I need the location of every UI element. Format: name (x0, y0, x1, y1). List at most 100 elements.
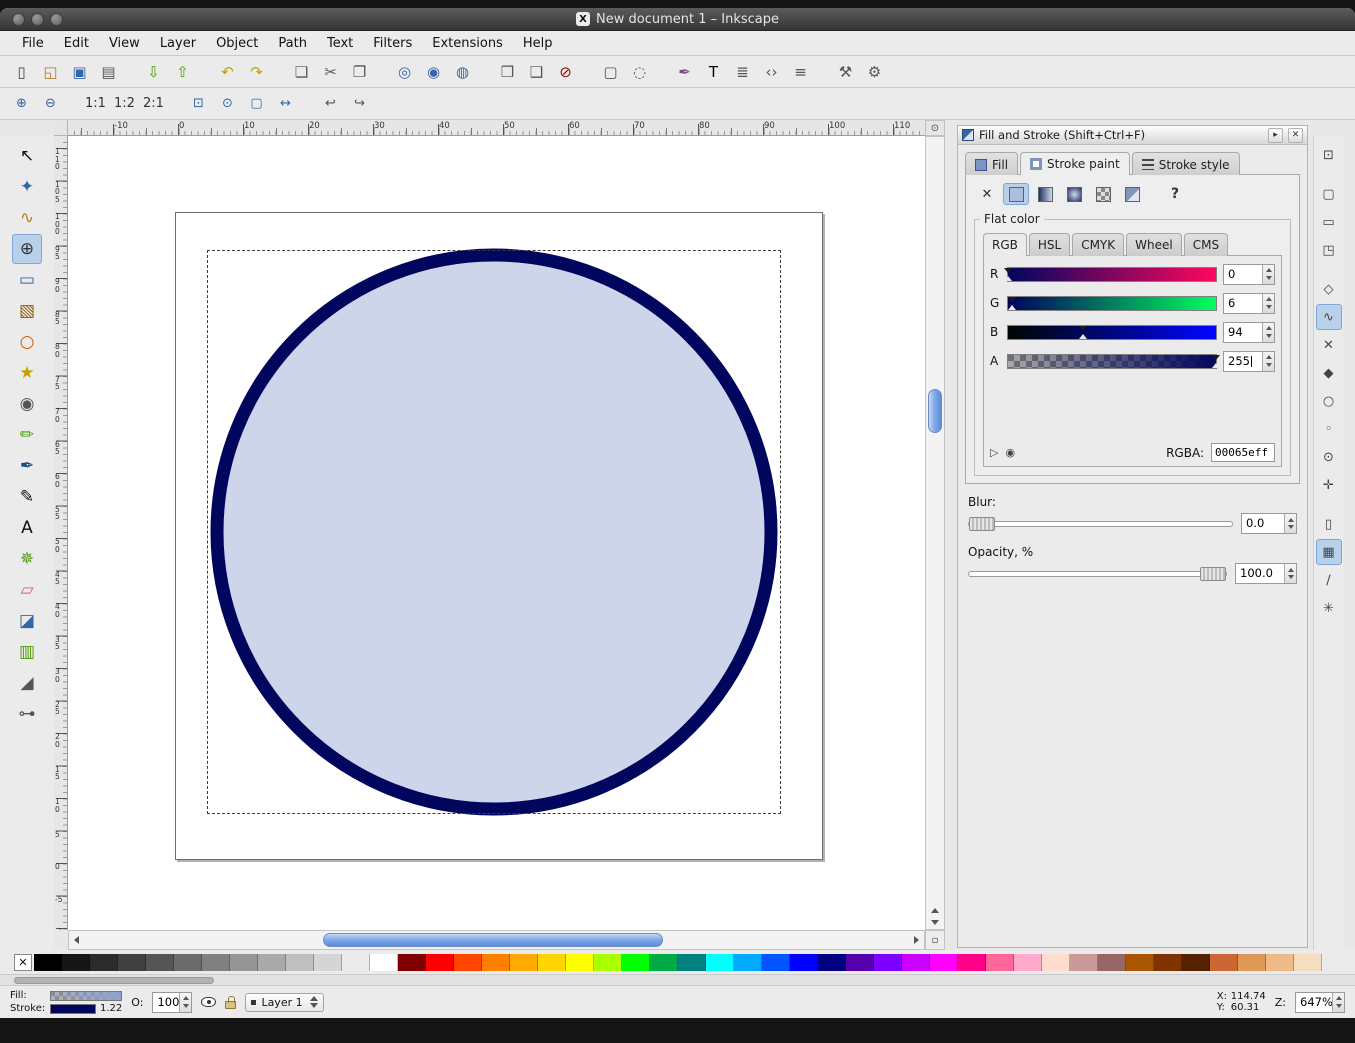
tab-cms[interactable]: CMS (1184, 233, 1228, 256)
snap-smooth-nodes-toggle[interactable]: ○ (1316, 388, 1342, 414)
palette-swatch[interactable] (790, 954, 818, 971)
expander-icon[interactable]: ▷ (990, 446, 998, 459)
pencil-tool[interactable]: ✏ (12, 420, 42, 450)
horizontal-scrollbar-thumb[interactable] (323, 933, 663, 947)
spin-up-icon[interactable] (183, 996, 189, 1000)
spin-down-icon[interactable] (1288, 575, 1294, 579)
export-button[interactable]: ⇧ (169, 58, 196, 85)
snap-grid-toggle[interactable]: ▦ (1316, 539, 1342, 565)
paint-unknown-button[interactable]: ? (1162, 183, 1188, 205)
tab-rgb[interactable]: RGB (983, 233, 1027, 256)
opacity-spinbox[interactable]: 100.0 (1235, 563, 1297, 584)
snap-nodes-toggle[interactable]: ◇ (1316, 276, 1342, 302)
blue-channel-spinbox[interactable]: 94 (1223, 322, 1275, 343)
red-channel-slider[interactable] (1007, 267, 1217, 282)
snap-enable-toggle[interactable]: ⊡ (1316, 142, 1342, 168)
spin-up-icon[interactable] (1266, 326, 1272, 330)
menu-help[interactable]: Help (513, 31, 563, 56)
palette-swatch[interactable] (118, 954, 146, 971)
palette-swatch[interactable] (678, 954, 706, 971)
spin-up-icon[interactable] (1336, 996, 1342, 1000)
paste-button[interactable]: ❐ (346, 58, 373, 85)
snap-cusp-nodes-toggle[interactable]: ◆ (1316, 360, 1342, 386)
snap-paths-toggle[interactable]: ∿ (1316, 304, 1342, 330)
zoom-1-2-button[interactable]: 1:2 (111, 90, 138, 117)
spin-down-icon[interactable] (1266, 276, 1272, 280)
align-distribute-button[interactable]: ≡ (787, 58, 814, 85)
menu-view[interactable]: View (99, 31, 150, 56)
palette-swatch[interactable] (762, 954, 790, 971)
palette-swatch[interactable] (286, 954, 314, 971)
palette-scrollbar-thumb[interactable] (14, 977, 214, 984)
save-document-button[interactable]: ▣ (66, 58, 93, 85)
dialog-titlebar[interactable]: Fill and Stroke (Shift+Ctrl+F) ▸ ✕ (958, 126, 1307, 145)
text-dialog-button[interactable]: T (700, 58, 727, 85)
xml-editor-button[interactable]: ‹› (758, 58, 785, 85)
spin-down-icon[interactable] (183, 1004, 189, 1008)
spinner-arrows[interactable] (1332, 993, 1344, 1012)
palette-swatch[interactable] (538, 954, 566, 971)
palette-swatch[interactable] (1294, 954, 1322, 971)
palette-swatch[interactable] (342, 954, 370, 971)
tab-hsl[interactable]: HSL (1029, 233, 1070, 256)
palette-swatch[interactable] (1098, 954, 1126, 971)
palette-swatch[interactable] (1070, 954, 1098, 971)
zoom-next-button[interactable]: ↪ (346, 90, 373, 117)
zoom-previous-button[interactable]: ↩ (317, 90, 344, 117)
redo-button[interactable]: ↷ (243, 58, 270, 85)
menu-file[interactable]: File (12, 31, 54, 56)
palette-swatch[interactable] (1266, 954, 1294, 971)
palette-swatch[interactable] (510, 954, 538, 971)
menu-extensions[interactable]: Extensions (422, 31, 513, 56)
spin-down-icon[interactable] (1266, 334, 1272, 338)
window-zoom-button[interactable] (50, 13, 63, 26)
paint-none-button[interactable]: ✕ (974, 183, 1000, 205)
scrollbar-corner-button[interactable]: ▫ (925, 930, 945, 950)
tab-wheel[interactable]: Wheel (1126, 233, 1182, 256)
zoom-1-1-button[interactable]: 1:1 (82, 90, 109, 117)
palette-swatch[interactable] (62, 954, 90, 971)
new-document-button[interactable]: ▯ (8, 58, 35, 85)
scroll-down-arrow-icon[interactable] (931, 920, 939, 925)
window-close-button[interactable] (12, 13, 25, 26)
palette-swatch[interactable] (314, 954, 342, 971)
snap-page-border-toggle[interactable]: ▯ (1316, 511, 1342, 537)
palette-swatch[interactable] (874, 954, 902, 971)
alpha-channel-spinbox[interactable]: 255 (1223, 351, 1275, 372)
clone-button[interactable]: ❑ (523, 58, 550, 85)
layer-selector[interactable]: Layer 1 (245, 993, 323, 1012)
spinner-arrows[interactable] (1262, 294, 1274, 313)
spinner-arrows[interactable] (1284, 564, 1296, 583)
palette-swatch[interactable] (902, 954, 930, 971)
spin-down-icon[interactable] (1266, 363, 1272, 367)
opacity-slider-handle[interactable] (1200, 567, 1226, 581)
palette-swatch[interactable] (1238, 954, 1266, 971)
palette-swatch[interactable] (258, 954, 286, 971)
dialog-close-button[interactable]: ✕ (1288, 128, 1303, 143)
menu-text[interactable]: Text (317, 31, 363, 56)
zoom-page-button[interactable]: ◍ (449, 58, 476, 85)
blur-spinbox[interactable]: 0.0 (1241, 513, 1297, 534)
zoom-selection-button[interactable]: ⊡ (185, 90, 212, 117)
window-titlebar[interactable]: X New document 1 – Inkscape (0, 8, 1355, 31)
spiral-tool[interactable]: ◉ (12, 389, 42, 419)
dropper-tool[interactable]: ◢ (12, 668, 42, 698)
palette-swatch[interactable] (594, 954, 622, 971)
gradient-tool[interactable]: ▥ (12, 637, 42, 667)
layers-dialog-button[interactable]: ≣ (729, 58, 756, 85)
tab-stroke-paint[interactable]: Stroke paint (1020, 152, 1130, 175)
menu-filters[interactable]: Filters (363, 31, 422, 56)
menu-path[interactable]: Path (268, 31, 317, 56)
tab-stroke-style[interactable]: Stroke style (1132, 152, 1240, 175)
print-button[interactable]: ▤ (95, 58, 122, 85)
canvas[interactable] (68, 136, 925, 930)
zoom-page-button[interactable]: ▢ (243, 90, 270, 117)
spin-up-icon[interactable] (1266, 268, 1272, 272)
tab-fill[interactable]: Fill (965, 152, 1018, 175)
stroke-swatch[interactable] (50, 1004, 96, 1014)
ellipse-tool[interactable]: ○ (12, 327, 42, 357)
palette-swatch[interactable] (174, 954, 202, 971)
zoom-selection-button[interactable]: ◉ (420, 58, 447, 85)
spin-down-icon[interactable] (1288, 525, 1294, 529)
spin-up-icon[interactable] (1288, 518, 1294, 522)
